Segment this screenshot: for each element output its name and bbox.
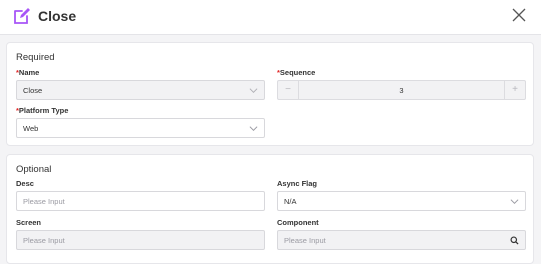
chevron-down-icon (249, 126, 258, 132)
decrement-button[interactable]: − (278, 81, 299, 99)
sequence-stepper[interactable]: − 3 + (277, 80, 526, 100)
platform-type-label: *Platform Type (16, 106, 69, 115)
screen-input[interactable]: Please Input (16, 230, 265, 250)
dialog-header: Close (0, 0, 541, 35)
name-select[interactable]: Close (16, 80, 265, 100)
sequence-label: *Sequence (277, 68, 316, 77)
name-label: *Name (16, 68, 40, 77)
async-flag-label: Async Flag (277, 179, 318, 188)
chevron-down-icon (249, 88, 258, 94)
search-icon[interactable] (510, 236, 519, 245)
edit-icon (14, 8, 30, 24)
optional-heading: Optional (16, 164, 52, 175)
close-icon[interactable] (511, 7, 527, 23)
chevron-down-icon (510, 199, 519, 205)
sequence-value: 3 (399, 86, 404, 95)
optional-section: Optional Desc Please Input Async Flag N/… (6, 154, 534, 264)
platform-type-select[interactable]: Web (16, 118, 265, 138)
component-label: Component (277, 218, 319, 227)
component-input[interactable]: Please Input (277, 230, 526, 250)
dialog-title: Close (38, 8, 77, 24)
async-flag-select[interactable]: N/A (277, 191, 526, 211)
desc-label: Desc (16, 179, 34, 188)
required-heading: Required (16, 52, 55, 63)
dialog-body: Required *Name Close *Sequence − 3 + *Pl… (0, 35, 541, 264)
required-section: Required *Name Close *Sequence − 3 + *Pl… (6, 42, 534, 146)
desc-input[interactable]: Please Input (16, 191, 265, 211)
increment-button[interactable]: + (504, 81, 525, 99)
edit-dialog: Close Required *Name Close *Sequence − 3… (0, 0, 541, 264)
screen-label: Screen (16, 218, 42, 227)
